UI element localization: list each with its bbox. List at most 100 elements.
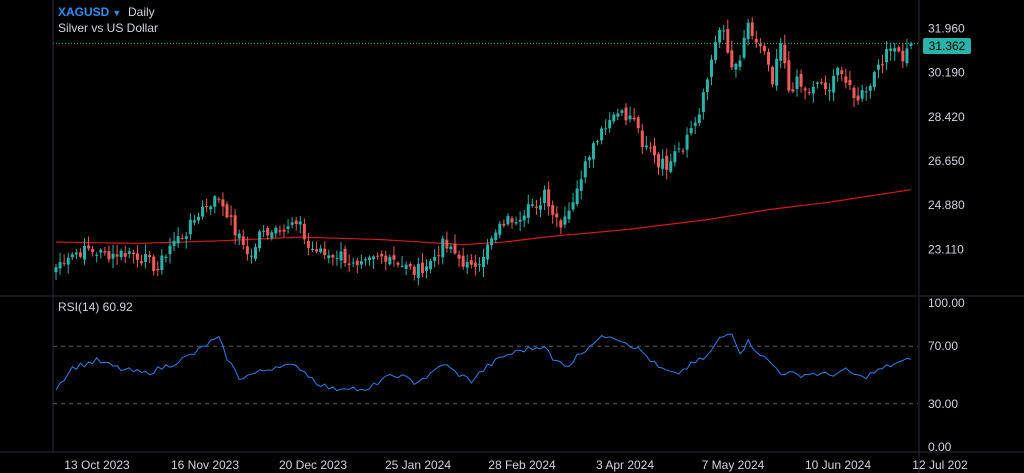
candle-down [555, 206, 559, 228]
candle-body [730, 50, 734, 68]
candle-up [685, 127, 689, 158]
candle-down [217, 196, 221, 203]
candle-down [762, 42, 766, 55]
candle-up [213, 194, 217, 214]
candle-up [490, 235, 494, 250]
time-tick-label: 20 Dec 2023 [279, 458, 347, 472]
rsi-line [55, 333, 912, 392]
last-price-badge: 31.362 [923, 38, 971, 54]
candle-up [567, 202, 571, 223]
candle-body [339, 251, 343, 261]
candle-body [530, 204, 534, 206]
candle-body [164, 256, 168, 259]
candle-down [897, 45, 901, 53]
candle-down [266, 226, 270, 240]
candle-down [315, 241, 319, 254]
candle-down [205, 199, 209, 213]
candle-up [351, 257, 355, 268]
candle-down [103, 246, 107, 256]
candle-body [726, 28, 730, 53]
candle-body [787, 60, 791, 91]
candle-body [290, 222, 294, 225]
candle-body [457, 254, 461, 259]
candle-down [852, 85, 856, 108]
candle-body [298, 221, 302, 225]
candle-up [604, 119, 608, 136]
candle-body [327, 255, 331, 259]
chevron-down-icon: ▼ [112, 8, 122, 18]
candle-body [872, 72, 876, 88]
candle-up [192, 215, 196, 226]
candle-body [176, 236, 180, 244]
candle-up [600, 126, 604, 145]
candle-body [587, 157, 591, 161]
candle-body [819, 82, 823, 84]
candle-down [152, 254, 156, 276]
candle-up [168, 237, 172, 264]
candle-down [559, 218, 563, 235]
candle-up [661, 149, 665, 176]
candle-down [750, 16, 754, 40]
candle-up [494, 229, 498, 243]
candle-down [783, 34, 787, 69]
candle-up [596, 139, 599, 146]
candle-body [221, 199, 225, 207]
candle-body [131, 252, 135, 255]
candle-up [571, 192, 575, 212]
candle-down [547, 181, 551, 216]
candle-body [115, 254, 119, 257]
candle-body [127, 251, 131, 254]
timeframe-label[interactable]: Daily [128, 5, 155, 19]
candle-body [416, 263, 420, 278]
candle-body [91, 249, 95, 252]
price-tick-label: 28.420 [928, 110, 965, 124]
candle-body [754, 38, 758, 43]
candle-down [502, 219, 506, 228]
candle-body [742, 37, 746, 58]
candle-body [767, 52, 770, 65]
candle-body [372, 256, 376, 260]
candle-down [115, 244, 119, 265]
candle-up [164, 254, 168, 263]
price-tick-label: 26.650 [928, 154, 965, 168]
candle-body [168, 245, 172, 255]
time-tick-label: 16 Nov 2023 [171, 458, 239, 472]
candle-body [449, 246, 453, 250]
candle-body [135, 253, 139, 260]
candle-body [852, 87, 856, 98]
candle-body [534, 206, 538, 208]
candle-up [738, 55, 742, 71]
symbol-label: XAGUSD [58, 5, 110, 19]
candle-down [225, 201, 229, 219]
candle-down [758, 38, 762, 54]
candle-body [881, 64, 884, 66]
candle-down [331, 253, 335, 266]
candle-body [596, 141, 599, 143]
candle-down [881, 54, 884, 74]
time-tick-label: 12 Jul 202 [912, 458, 968, 472]
candle-body [486, 244, 490, 260]
rsi-layer [55, 333, 912, 392]
candle-body [274, 227, 278, 234]
candle-up [909, 41, 913, 50]
candle-body [433, 256, 437, 261]
time-tick-label: 28 Feb 2024 [488, 458, 556, 472]
candle-up [575, 180, 579, 207]
symbol-selector[interactable]: XAGUSD ▼ [58, 5, 121, 19]
candle-down [856, 87, 860, 105]
rsi-indicator-label: RSI(14) 60.92 [58, 300, 133, 314]
candle-up [710, 54, 713, 86]
candle-body [404, 264, 408, 269]
candle-down [355, 257, 359, 274]
candle-up [184, 231, 188, 249]
candle-down [245, 236, 249, 261]
candle-down [123, 245, 127, 264]
candle-up [416, 257, 420, 286]
candle-up [742, 30, 746, 60]
candle-down [457, 250, 461, 268]
candle-up [868, 83, 872, 99]
candle-body [258, 231, 262, 249]
candle-up [119, 248, 123, 261]
candle-body [180, 237, 184, 239]
candle-body [718, 29, 722, 43]
